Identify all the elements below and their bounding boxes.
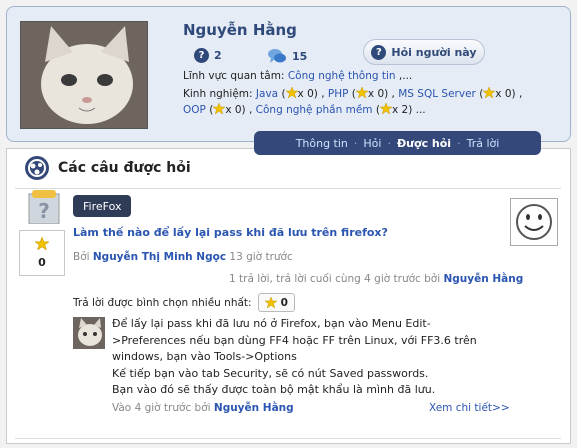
skill-software-engineering[interactable]: Công nghệ phần mềm bbox=[256, 104, 373, 116]
profile-tabs: Thông tin · Hỏi · Được hỏi · Trả lời bbox=[254, 131, 541, 155]
questions-count: 2 bbox=[214, 49, 222, 62]
best-answer-vote-count: 0 bbox=[280, 296, 288, 309]
question-tag[interactable]: FireFox bbox=[73, 195, 132, 217]
skill-java-count: x 0 bbox=[297, 88, 314, 100]
answer-line: >Preferences nếu bạn dùng FF4 hoặc FF tr… bbox=[112, 333, 477, 347]
answers-stat[interactable]: 15 bbox=[267, 48, 307, 64]
experience-line-1: Kinh nghiệm: Java (x 0) , PHP (x 0) , MS… bbox=[183, 87, 523, 100]
star-icon bbox=[483, 87, 496, 98]
skill-mssql-count: x 0 bbox=[495, 88, 512, 100]
replies-text: 1 trả lời, trả lời cuối cùng 4 giờ trước… bbox=[229, 273, 441, 285]
panel-title: Các câu được hỏi bbox=[58, 160, 191, 176]
star-icon bbox=[35, 237, 49, 250]
smiley-icon bbox=[510, 198, 558, 246]
section-icon bbox=[25, 156, 49, 180]
speech-bubbles-icon bbox=[268, 49, 286, 63]
star-icon bbox=[355, 87, 368, 98]
answers-count: 15 bbox=[292, 49, 308, 63]
star-icon bbox=[264, 297, 277, 308]
asker-avatar[interactable]: ? bbox=[28, 190, 60, 224]
answer-line: Bạn vào đó sẽ thấy được toàn bộ mật khẩu… bbox=[112, 383, 436, 396]
answer-line: Kế tiếp bạn vào tab Security, sẽ có nút … bbox=[112, 366, 429, 380]
answer-line: Để lấy lại pass khi đã lưu nó ở Firefox,… bbox=[112, 317, 431, 330]
ask-button-label: Hỏi người này bbox=[391, 45, 477, 59]
tab-was-asked[interactable]: Được hỏi bbox=[394, 137, 454, 150]
svg-text:?: ? bbox=[38, 199, 50, 223]
ask-this-person-button[interactable]: ? Hỏi người này bbox=[363, 39, 485, 65]
tab-info[interactable]: Thông tin bbox=[293, 137, 351, 150]
skill-oop-count: x 0 bbox=[225, 104, 242, 116]
answerer-avatar[interactable] bbox=[73, 317, 105, 349]
by-label: Bởi bbox=[73, 251, 90, 263]
questions-panel: Các câu được hỏi ? FireFox 0 Làm thế nào… bbox=[6, 148, 571, 444]
best-answer-label: Trả lời được bình chọn nhiều nhất: bbox=[73, 296, 252, 309]
interest-link[interactable]: Công nghệ thông tin bbox=[288, 70, 396, 82]
answer-line: windows, bạn vào Tools->Options bbox=[112, 350, 297, 363]
view-details-link[interactable]: Xem chi tiết>> bbox=[429, 402, 510, 414]
answer-author[interactable]: Nguyễn Hằng bbox=[214, 402, 294, 414]
experience-line-2: OOP (x 0) , Công nghệ phần mềm (x 2) ... bbox=[183, 103, 426, 116]
skill-oop[interactable]: OOP bbox=[183, 104, 206, 116]
answer-meta: Vào 4 giờ trước bởi Nguyễn Hằng bbox=[112, 402, 294, 414]
question-meta: Bởi Nguyễn Thị Minh Ngọc 13 giờ trước bbox=[73, 251, 293, 263]
skill-php[interactable]: PHP bbox=[328, 88, 349, 100]
answer-body: Để lấy lại pass khi đã lưu nó ở Firefox,… bbox=[112, 316, 477, 399]
user-name: Nguyễn Hằng bbox=[183, 21, 297, 39]
question-author[interactable]: Nguyễn Thị Minh Ngọc bbox=[93, 251, 226, 263]
last-replier[interactable]: Nguyễn Hằng bbox=[444, 273, 524, 285]
star-icon bbox=[213, 103, 226, 114]
question-time: 13 giờ trước bbox=[229, 251, 293, 263]
skills-more: ... bbox=[415, 104, 426, 116]
best-answer-row: Trả lời được bình chọn nhiều nhất: 0 bbox=[73, 293, 295, 312]
experience-label: Kinh nghiệm: bbox=[183, 88, 253, 100]
interest-more: ,... bbox=[398, 70, 413, 82]
panel-header: Các câu được hỏi bbox=[24, 155, 191, 181]
star-icon bbox=[379, 103, 392, 114]
divider bbox=[15, 438, 561, 439]
divider bbox=[15, 188, 561, 189]
question-icon: ? bbox=[371, 44, 387, 60]
answer-footer-text: Vào 4 giờ trước bởi bbox=[112, 402, 211, 414]
question-icon: ? bbox=[194, 48, 209, 63]
question-vote-box[interactable]: 0 bbox=[19, 230, 65, 276]
skill-java[interactable]: Java bbox=[256, 88, 278, 100]
tab-answers[interactable]: Trả lời bbox=[464, 137, 503, 150]
interest-line: Lĩnh vực quan tâm: Công nghệ thông tin ,… bbox=[183, 70, 412, 82]
replies-summary: 1 trả lời, trả lời cuối cùng 4 giờ trước… bbox=[229, 273, 523, 285]
best-answer-vote[interactable]: 0 bbox=[257, 293, 295, 312]
questions-stat[interactable]: ? 2 bbox=[194, 48, 222, 63]
question-title[interactable]: Làm thế nào để lấy lại pass khi đã lưu t… bbox=[73, 226, 388, 239]
skill-mssql[interactable]: MS SQL Server bbox=[398, 88, 476, 100]
star-icon bbox=[285, 87, 298, 98]
skill-software-engineering-count: x 2 bbox=[391, 104, 409, 116]
user-avatar[interactable] bbox=[20, 21, 148, 129]
interest-label: Lĩnh vực quan tâm: bbox=[183, 70, 285, 82]
skill-php-count: x 0 bbox=[367, 88, 385, 100]
profile-card: Nguyễn Hằng ? 2 15 ? Hỏi người này Lĩnh … bbox=[6, 6, 571, 142]
question-vote-count: 0 bbox=[38, 256, 46, 269]
tab-asked[interactable]: Hỏi bbox=[360, 137, 384, 150]
